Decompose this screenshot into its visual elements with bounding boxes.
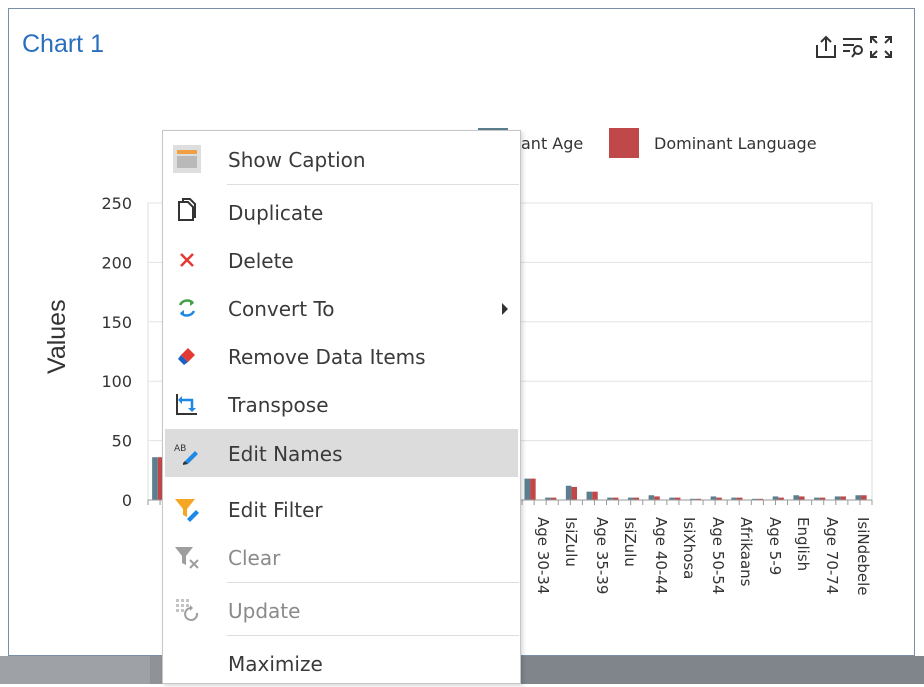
eraser-icon xyxy=(173,342,201,370)
bar xyxy=(571,486,578,500)
menu-item-maximize[interactable]: Maximize xyxy=(163,639,520,687)
y-axis-ticks: 0 50 100 150 200 250 xyxy=(101,194,132,510)
bar xyxy=(834,496,841,500)
menu-item-convert-to[interactable]: Convert To xyxy=(163,284,520,332)
menu-separator xyxy=(227,184,519,185)
menu-item-transpose[interactable]: Transpose xyxy=(163,380,520,428)
y-tick-label: 250 xyxy=(101,194,132,213)
bar xyxy=(530,478,536,500)
bar xyxy=(855,495,862,500)
bar xyxy=(861,495,867,500)
x-tick-label: IsiZulu xyxy=(621,517,639,567)
delete-icon xyxy=(173,246,201,274)
x-tick-label: Age 5-9 xyxy=(766,517,784,575)
y-tick-label: 0 xyxy=(122,491,132,510)
y-tick-label: 50 xyxy=(112,432,132,451)
menu-item-delete[interactable]: Delete xyxy=(163,236,520,284)
x-tick-label: Age 70-74 xyxy=(823,517,841,594)
context-menu: Show Caption Duplicate Delete Convert To… xyxy=(162,130,521,684)
x-axis-labels: Age 30-34 IsiZulu Age 35-39 IsiZulu Age 40-4… xyxy=(534,517,872,596)
menu-item-label: Update xyxy=(228,599,301,623)
menu-item-label: Transpose xyxy=(228,393,329,417)
svg-text:AB: AB xyxy=(174,444,186,454)
bar xyxy=(840,496,846,500)
bar xyxy=(798,496,805,500)
menu-item-label: Edit Filter xyxy=(228,498,323,522)
menu-separator xyxy=(227,635,519,636)
caption-icon xyxy=(173,145,201,173)
y-tick-label: 100 xyxy=(101,372,132,391)
menu-item-label: Show Caption xyxy=(228,148,366,172)
bar xyxy=(524,478,531,500)
x-tick-label: Age 35-39 xyxy=(593,517,611,594)
y-tick-label: 200 xyxy=(101,253,132,272)
menu-item-update[interactable]: Update xyxy=(163,586,520,634)
x-tick-label: IsiXhosa xyxy=(680,517,698,579)
bar xyxy=(565,485,572,500)
bar xyxy=(152,457,158,500)
menu-item-edit-filter[interactable]: Edit Filter xyxy=(163,485,520,533)
menu-separator xyxy=(227,582,519,583)
edit-filter-icon xyxy=(173,495,201,523)
menu-item-duplicate[interactable]: Duplicate xyxy=(163,188,520,236)
menu-item-label: Maximize xyxy=(228,652,323,676)
x-tick-label: Age 30-34 xyxy=(534,517,552,594)
bar xyxy=(648,495,655,500)
menu-item-label: Clear xyxy=(228,546,281,570)
x-tick-label: Age 50-54 xyxy=(709,517,727,594)
update-icon xyxy=(173,596,201,624)
bar xyxy=(793,495,799,500)
menu-item-label: Edit Names xyxy=(228,442,343,466)
edit-names-icon: AB xyxy=(173,439,201,467)
x-tick-label: IsiNdebele xyxy=(854,517,872,596)
convert-icon xyxy=(173,294,201,322)
menu-item-show-caption[interactable]: Show Caption xyxy=(163,135,520,183)
bar xyxy=(772,496,779,500)
submenu-arrow-icon xyxy=(502,303,508,315)
transpose-icon xyxy=(173,390,201,418)
bar xyxy=(586,491,593,500)
x-tick-label: IsiZulu xyxy=(562,517,580,567)
bar xyxy=(654,496,660,500)
x-tick-label: Age 40-44 xyxy=(652,517,670,594)
y-tick-label: 150 xyxy=(101,313,132,332)
duplicate-icon xyxy=(173,198,201,226)
menu-item-remove-data-items[interactable]: Remove Data Items xyxy=(163,332,520,380)
menu-item-label: Delete xyxy=(228,249,294,273)
x-tick-label: English xyxy=(794,517,812,571)
clear-filter-icon xyxy=(173,543,201,571)
menu-item-label: Remove Data Items xyxy=(228,345,426,369)
menu-item-label: Convert To xyxy=(228,297,335,321)
menu-item-clear[interactable]: Clear xyxy=(163,533,520,581)
bar xyxy=(592,491,598,500)
x-tick-label: Afrikaans xyxy=(737,517,755,587)
menu-item-label: Duplicate xyxy=(228,201,324,225)
menu-item-edit-names[interactable]: AB Edit Names xyxy=(163,429,520,477)
bar xyxy=(710,496,717,500)
